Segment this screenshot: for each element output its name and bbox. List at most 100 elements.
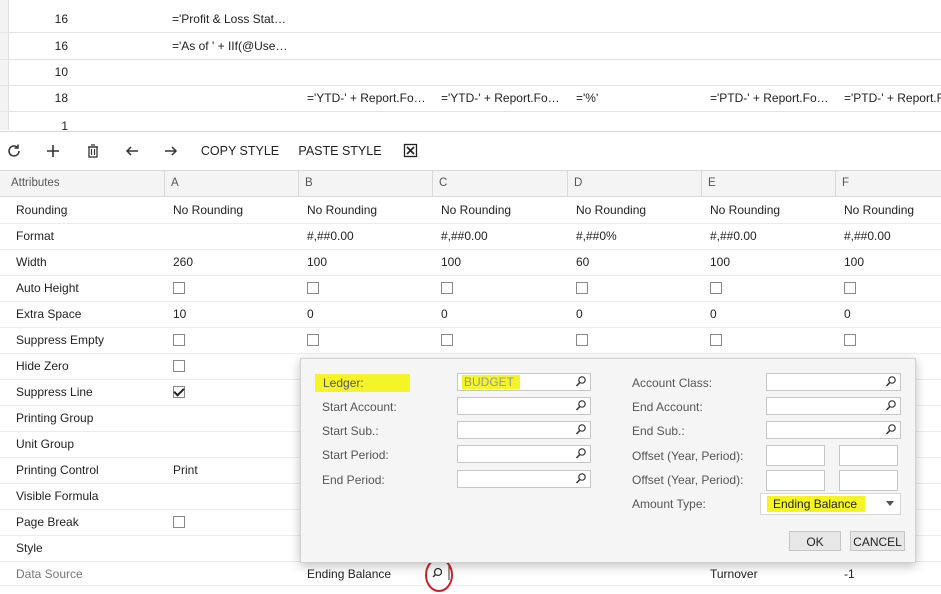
start-account-field[interactable] [457,397,591,415]
cell-c[interactable] [434,327,568,353]
cell-b[interactable]: No Rounding [300,197,434,223]
cell-c[interactable]: #,##0.00 [434,223,568,249]
cell-f[interactable]: #,##0.00 [837,223,941,249]
table-row[interactable]: Format #,##0.00 #,##0.00 #,##0% #,##0.00… [0,223,941,250]
start-sub-field[interactable] [457,421,591,439]
checkbox[interactable] [441,333,453,346]
end-period-field[interactable] [457,470,591,488]
search-icon[interactable] [885,399,897,413]
cell-c[interactable] [434,275,568,301]
cell-a[interactable]: Print [166,457,300,483]
checkbox[interactable] [307,281,319,294]
cell-f[interactable]: ='PTD-' + Report.F [844,85,941,111]
cell-e[interactable]: ='PTD-' + Report.Fo… [710,85,838,111]
table-row[interactable]: 10 [0,59,941,86]
search-icon[interactable] [575,472,587,486]
cell-a[interactable]: 10 [166,301,300,327]
cell-f[interactable] [837,327,941,353]
cell-c[interactable]: 100 [434,249,568,275]
arrow-right-icon[interactable] [163,143,179,159]
cell-c[interactable]: ='YTD-' + Report.Fo… [441,85,569,111]
checkbox[interactable] [844,333,856,346]
clear-x-icon[interactable] [403,143,419,159]
header-col-b[interactable]: B [299,171,433,196]
cell-a[interactable]: ='As of ' + IIf(@Use… [172,33,297,59]
cell-d[interactable] [569,327,703,353]
checkbox[interactable] [576,333,588,346]
cell-b[interactable]: 0 [300,301,434,327]
cell-f[interactable] [837,275,941,301]
search-icon[interactable] [885,375,897,389]
paste-style-button[interactable]: PASTE STYLE [296,132,384,170]
cell-e[interactable]: Turnover [703,561,837,587]
copy-style-button[interactable]: COPY STYLE [198,132,282,170]
cell-d[interactable] [569,275,703,301]
table-row[interactable]: 16 ='As of ' + IIf(@Use… [0,33,941,60]
table-row[interactable]: Auto Height [0,275,941,302]
cell-a[interactable]: ='Profit & Loss Stat… [172,6,297,32]
cell-a[interactable]: No Rounding [166,197,300,223]
checkbox[interactable] [173,281,185,294]
checkbox[interactable] [576,281,588,294]
cell-a[interactable] [166,379,300,405]
cell-e[interactable] [703,275,837,301]
cancel-button[interactable]: CANCEL [850,531,905,551]
checkbox[interactable] [844,281,856,294]
table-row[interactable]: Suppress Empty [0,327,941,354]
cell-b[interactable]: ='YTD-' + Report.Fo… [307,85,435,111]
cell-d[interactable]: 0 [569,301,703,327]
checkbox[interactable] [307,333,319,346]
header-col-f[interactable]: F [836,171,941,196]
offset-end-period-field[interactable] [839,470,898,491]
table-row[interactable]: 16 ='Profit & Loss Stat… [0,6,941,33]
offset-start-year-field[interactable] [766,445,825,466]
checkbox[interactable] [173,359,185,372]
end-account-field[interactable] [766,397,901,415]
header-col-d[interactable]: D [568,171,702,196]
start-period-field[interactable] [457,445,591,463]
search-icon[interactable] [575,447,587,461]
cell-f[interactable]: -1 [837,561,941,587]
cell-d[interactable]: ='%' [576,85,704,111]
cell-f[interactable]: 100 [837,249,941,275]
table-row[interactable]: Extra Space 10 0 0 0 0 0 [0,301,941,328]
cell-c[interactable]: 0 [434,301,568,327]
cell-b[interactable] [300,327,434,353]
cell-a[interactable] [166,327,300,353]
cell-a[interactable] [166,223,300,249]
checkbox[interactable] [710,281,722,294]
cell-b[interactable]: #,##0.00 [300,223,434,249]
header-col-e[interactable]: E [702,171,836,196]
checkbox[interactable] [173,515,185,528]
table-row[interactable]: Data Source Ending Balance Turnover -1 [0,561,941,586]
search-icon[interactable] [575,423,587,437]
cell-a[interactable] [166,353,300,379]
checkbox[interactable] [173,333,185,346]
cell-e[interactable] [703,327,837,353]
header-col-a[interactable]: A [165,171,299,196]
cell-d[interactable]: No Rounding [569,197,703,223]
table-row[interactable]: Rounding No Rounding No Rounding No Roun… [0,197,941,224]
header-col-c[interactable]: C [433,171,568,196]
search-icon[interactable] [575,375,587,389]
refresh-icon[interactable] [6,143,22,159]
header-attributes[interactable]: Attributes [5,171,165,196]
table-row[interactable]: 18 ='YTD-' + Report.Fo… ='YTD-' + Report… [0,85,941,112]
cell-a[interactable] [166,509,300,535]
plus-icon[interactable] [45,143,61,159]
search-icon[interactable] [575,399,587,413]
cell-b[interactable] [300,275,434,301]
trash-icon[interactable] [85,143,101,159]
ok-button[interactable]: OK [789,531,841,551]
arrow-left-icon[interactable] [124,143,140,159]
offset-end-year-field[interactable] [766,470,825,491]
cell-d[interactable]: #,##0% [569,223,703,249]
cell-e[interactable]: 0 [703,301,837,327]
cell-d[interactable]: 60 [569,249,703,275]
cell-c[interactable]: No Rounding [434,197,568,223]
cell-b[interactable]: 100 [300,249,434,275]
offset-start-period-field[interactable] [839,445,898,466]
checkbox[interactable] [441,281,453,294]
search-icon[interactable] [885,423,897,437]
amount-type-select[interactable]: Ending Balance [760,493,901,515]
